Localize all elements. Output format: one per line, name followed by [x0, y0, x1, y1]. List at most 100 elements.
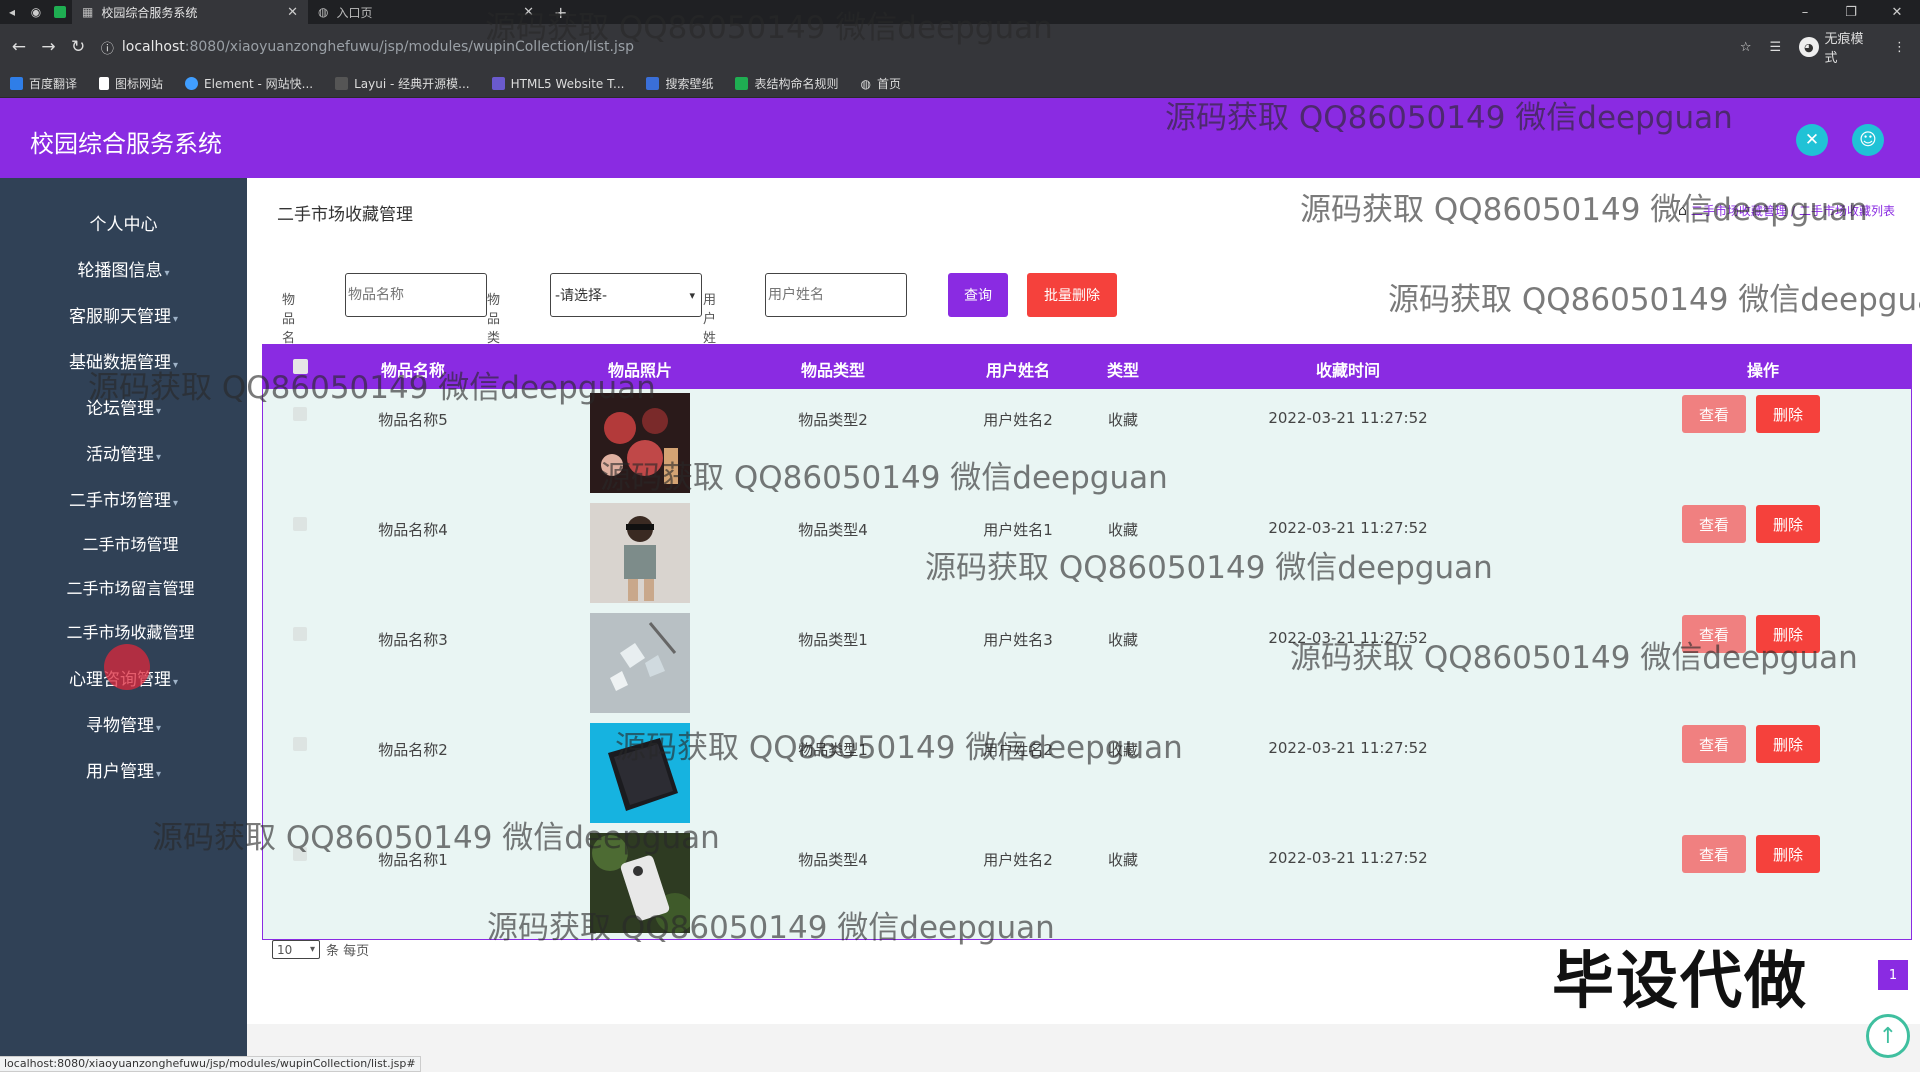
back-icon[interactable]: ←: [4, 37, 34, 57]
bookmark-label: 表结构命名规则: [754, 77, 839, 91]
bookmark-item[interactable]: Layui - 经典开源模...: [335, 75, 470, 92]
item-photo[interactable]: [590, 723, 690, 823]
item-photo[interactable]: [590, 503, 690, 603]
delete-button[interactable]: 删除: [1756, 505, 1820, 543]
breadcrumb-item[interactable]: 二手市场收藏管理: [1691, 202, 1787, 219]
bookmarks-bar: 百度翻译 图标网站 Element - 网站快... Layui - 经典开源模…: [0, 70, 1920, 98]
col-header: 用户姓名: [985, 361, 1050, 380]
row-checkbox[interactable]: [293, 847, 307, 861]
sidebar-item-market-collection[interactable]: 二手市场收藏管理: [0, 619, 247, 643]
sidebar-item-banner[interactable]: 轮播图信息 ▾: [0, 256, 247, 281]
row-checkbox[interactable]: [293, 737, 307, 751]
col-header: 物品类型: [800, 361, 865, 380]
restore-icon[interactable]: ❐: [1828, 5, 1874, 20]
close-icon[interactable]: ✕: [287, 5, 298, 20]
delete-button[interactable]: 删除: [1756, 725, 1820, 763]
batch-delete-button[interactable]: 批量删除: [1027, 273, 1117, 317]
tab-title: 校园综合服务系统: [101, 5, 198, 20]
user-avatar-icon[interactable]: ☺: [1852, 124, 1884, 156]
chevron-down-icon: ▾: [155, 406, 162, 417]
bookmark-item[interactable]: Element - 网站快...: [185, 75, 313, 92]
query-button[interactable]: 查询: [948, 273, 1008, 317]
main-content: 二手市场收藏管理 ⌂ 二手市场收藏管理 / 二手市场收藏列表 物品名称 物品类型…: [247, 178, 1920, 1072]
item-photo[interactable]: [590, 613, 690, 713]
row-checkbox[interactable]: [293, 627, 307, 641]
view-button[interactable]: 查看: [1682, 725, 1746, 763]
sidebar-item-profile[interactable]: 个人中心: [0, 210, 247, 235]
sidebar-item-label: 寻物管理: [85, 716, 154, 736]
bookmark-star-icon[interactable]: ☆: [1740, 40, 1752, 55]
user-name: 用户姓名2: [983, 851, 1053, 869]
delete-button[interactable]: 删除: [1756, 615, 1820, 653]
select-value: -请选择-: [555, 288, 608, 304]
flag-icon: [99, 77, 110, 90]
audio-icon[interactable]: ◂: [0, 0, 24, 24]
back-to-top-icon[interactable]: ↑: [1866, 1014, 1910, 1058]
page-number-button[interactable]: 1: [1878, 960, 1908, 990]
bookmark-item[interactable]: 表结构命名规则: [735, 75, 838, 92]
tab-inactive[interactable]: ◍ 入口页 ✕: [308, 0, 544, 24]
sidebar: 个人中心 轮播图信息 ▾ 客服聊天管理 ▾ 基础数据管理 ▾ 论坛管理 ▾ 活动管理 ▾ …: [0, 178, 247, 1072]
delete-button[interactable]: 删除: [1756, 835, 1820, 873]
bookmark-label: Element - 网站快...: [204, 77, 314, 91]
table-row: 物品名称3 物品类型1 用户姓名3 收藏 2022-03-21 11:27:52…: [263, 609, 1911, 719]
sidebar-item-lost-found[interactable]: 寻物管理 ▾: [0, 711, 247, 736]
page-size-select[interactable]: 10 ▾: [272, 940, 320, 959]
address-input[interactable]: ⓘ localhost:8080/xiaoyuanzonghefuwu/jsp/…: [101, 32, 1740, 62]
collect-time: 2022-03-21 11:27:52: [1268, 519, 1428, 537]
delete-button[interactable]: 删除: [1756, 395, 1820, 433]
breadcrumb: ⌂ 二手市场收藏管理 / 二手市场收藏列表: [1678, 202, 1895, 219]
bookmark-item[interactable]: ◍ 首页: [860, 75, 901, 92]
guest-profile-button[interactable]: ◕ 无痕模式: [1799, 28, 1875, 66]
view-button[interactable]: 查看: [1682, 395, 1746, 433]
forward-icon[interactable]: →: [34, 37, 64, 57]
home-icon[interactable]: ⌂: [1678, 203, 1687, 219]
select-all-checkbox[interactable]: [293, 359, 308, 374]
reading-list-icon[interactable]: ☰: [1769, 40, 1781, 55]
bookmark-item[interactable]: 图标网站: [99, 75, 163, 92]
extension-icon[interactable]: [48, 0, 72, 24]
user-name-input[interactable]: [765, 273, 907, 317]
close-icon[interactable]: ✕: [523, 5, 534, 20]
view-button[interactable]: 查看: [1682, 615, 1746, 653]
per-page-label: 条 每页: [326, 944, 370, 959]
bookmark-item[interactable]: HTML5 Website T...: [491, 77, 624, 91]
fullscreen-icon[interactable]: ✕: [1796, 124, 1828, 156]
table-row: 物品名称1 物品类型4 用户姓名2 收藏 2022-03-21 11:27:52…: [263, 829, 1911, 939]
reload-icon[interactable]: ↻: [63, 37, 93, 57]
sidebar-item-market-group[interactable]: 二手市场管理 ▾: [0, 486, 247, 511]
sidebar-item-forum[interactable]: 论坛管理 ▾: [0, 394, 247, 419]
sidebar-item-chat[interactable]: 客服聊天管理 ▾: [0, 302, 247, 327]
row-checkbox[interactable]: [293, 407, 307, 421]
footer-strip: [247, 1024, 1920, 1072]
browser-tab-bar: ◂ ◉ ▦ 校园综合服务系统 ✕ ◍ 入口页 ✕ + – ❐ ✕: [0, 0, 1920, 24]
bookmark-label: 搜索壁纸: [665, 77, 714, 91]
sidebar-item-label: 论坛管理: [85, 399, 154, 419]
item-type-select[interactable]: -请选择- ▾: [550, 273, 702, 317]
view-button[interactable]: 查看: [1682, 505, 1746, 543]
menu-icon[interactable]: ⋮: [1893, 40, 1906, 55]
chevron-down-icon: ▾: [172, 360, 179, 371]
url-path: :8080/xiaoyuanzonghefuwu/jsp/modules/wup…: [184, 39, 635, 55]
window-close-icon[interactable]: ✕: [1874, 5, 1920, 20]
chevron-down-icon: ▾: [172, 314, 179, 325]
minimize-icon[interactable]: –: [1782, 5, 1828, 20]
tab-active[interactable]: ▦ 校园综合服务系统 ✕: [72, 0, 308, 24]
bookmark-item[interactable]: 百度翻译: [10, 75, 77, 92]
sidebar-item-users[interactable]: 用户管理 ▾: [0, 757, 247, 782]
bookmark-item[interactable]: 搜索壁纸: [646, 75, 713, 92]
sidebar-item-basic-data[interactable]: 基础数据管理 ▾: [0, 348, 247, 373]
sidebar-item-activity[interactable]: 活动管理 ▾: [0, 440, 247, 465]
info-icon[interactable]: ⓘ: [101, 38, 114, 57]
sidebar-item-market-comments[interactable]: 二手市场留言管理: [0, 575, 247, 599]
chevron-down-icon: ▾: [309, 944, 315, 955]
sidebar-item-label: 活动管理: [85, 445, 154, 465]
item-photo[interactable]: [590, 393, 690, 493]
row-checkbox[interactable]: [293, 517, 307, 531]
new-tab-icon[interactable]: +: [544, 3, 577, 22]
item-photo[interactable]: [590, 833, 690, 933]
sidebar-item-market[interactable]: 二手市场管理: [0, 531, 247, 555]
bookmark-label: 图标网站: [115, 77, 164, 91]
item-name-input[interactable]: [345, 273, 487, 317]
view-button[interactable]: 查看: [1682, 835, 1746, 873]
